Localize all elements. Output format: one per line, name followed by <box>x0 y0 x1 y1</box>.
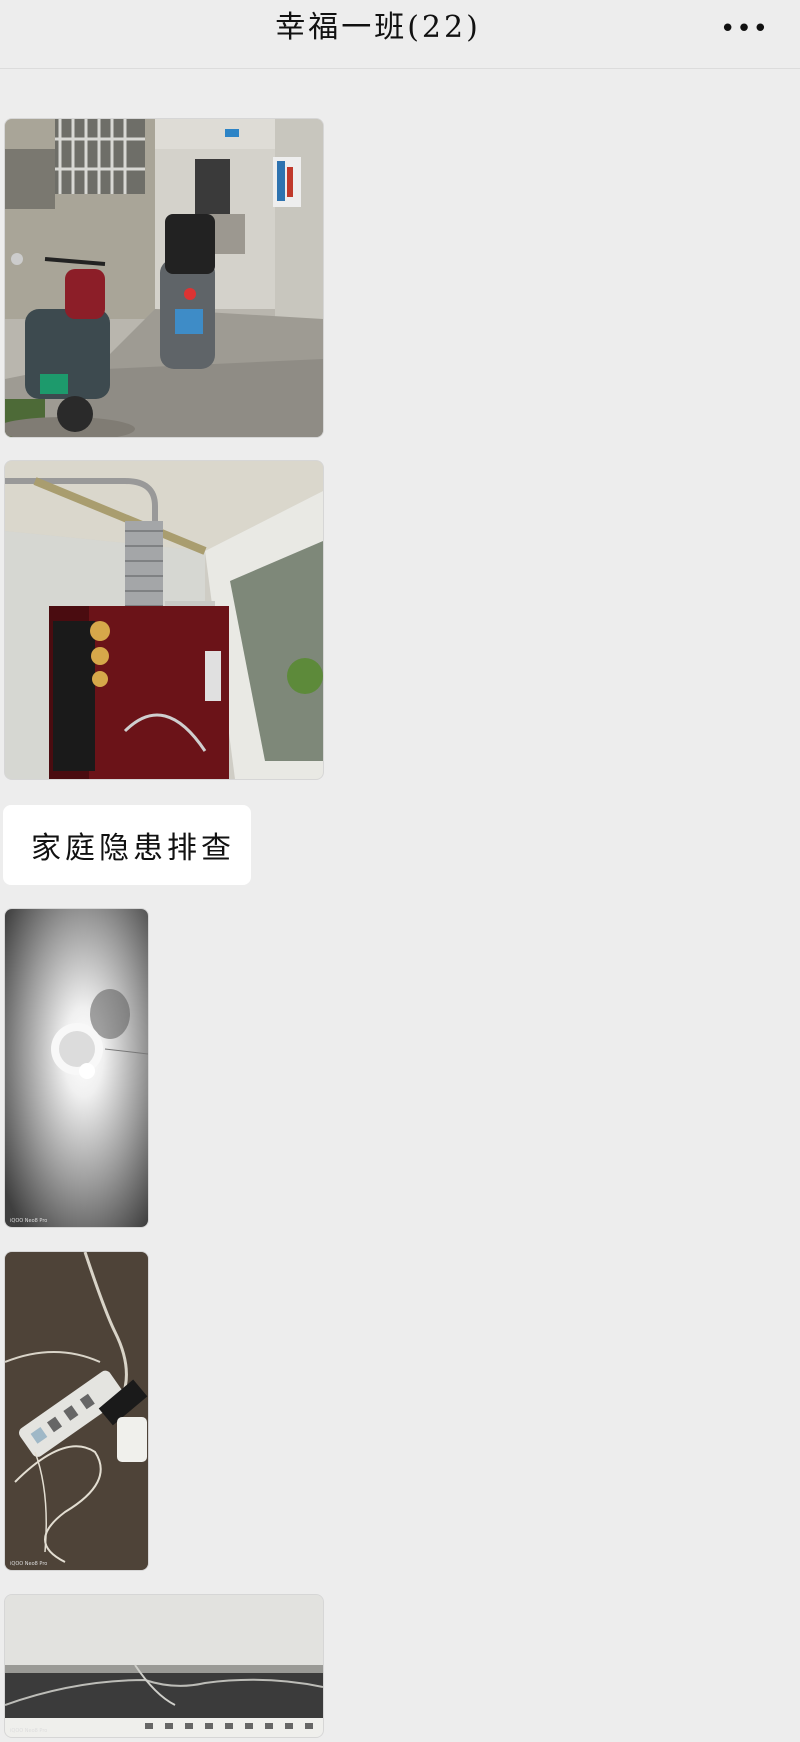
image-message-5[interactable]: iQOO Neo8 Pro <box>4 1594 324 1738</box>
text-message-content: 家庭隐患排查 <box>31 831 235 866</box>
chat-header: 幸福一班(22) ••• <box>0 0 800 69</box>
image-message-2[interactable] <box>4 460 324 780</box>
image-message-4[interactable]: iQOO Neo8 Pro <box>4 1251 149 1571</box>
camera-watermark: iQOO Neo8 Pro <box>10 1218 48 1224</box>
image-message-3[interactable]: iQOO Neo8 Pro <box>4 908 149 1228</box>
chat-title: 幸福一班(22) <box>275 10 481 45</box>
water-heater-photo <box>5 461 323 779</box>
more-options-icon[interactable]: ••• <box>720 14 768 44</box>
wall-cable-photo <box>5 1595 323 1737</box>
ceiling-light-photo <box>5 909 148 1227</box>
image-message-1[interactable] <box>4 118 324 438</box>
camera-watermark: iQOO Neo8 Pro <box>10 1561 48 1567</box>
camera-watermark: iQOO Neo8 Pro <box>10 1728 48 1734</box>
scooters-photo <box>5 119 323 437</box>
text-message-bubble[interactable]: 家庭隐患排查 <box>3 805 251 885</box>
power-strip-photo <box>5 1252 148 1570</box>
